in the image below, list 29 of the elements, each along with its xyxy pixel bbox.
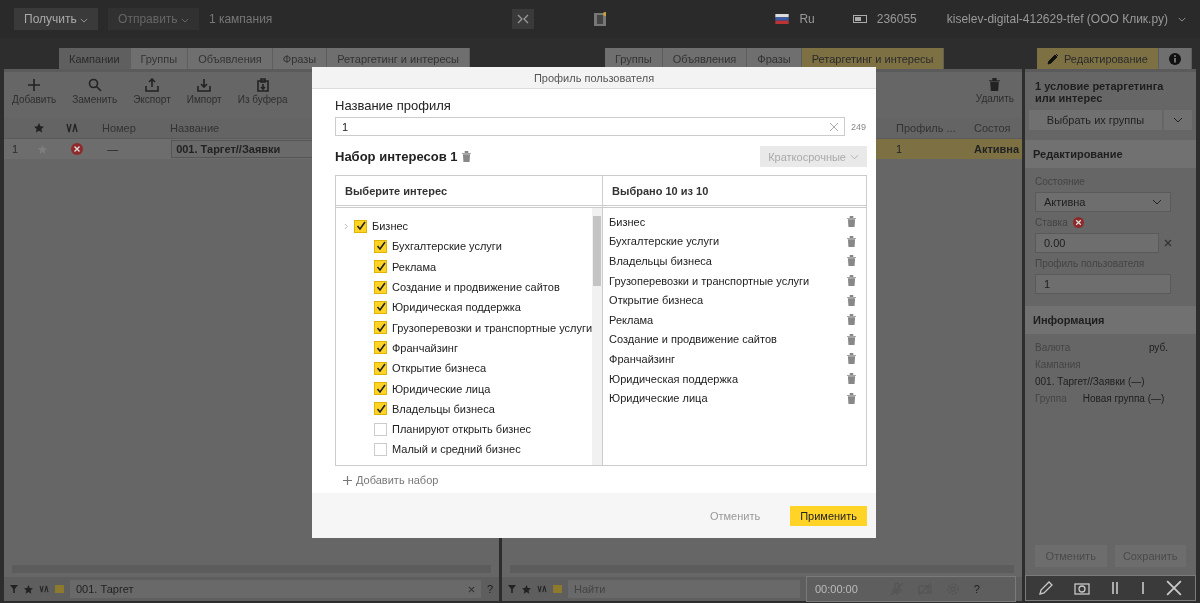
panel-title: 1 условие ретаргетинга или интерес [1034, 79, 1165, 106]
dialog-title: Профиль пользователя [312, 67, 876, 89]
column-header: Выбрано 10 из 10 [603, 176, 866, 208]
field-value: Новая группа (—) [1082, 393, 1165, 404]
selected-interest: Открытие бизнеса [609, 294, 704, 307]
section-header: Редактирование [1025, 140, 1196, 168]
section-header: Информация [1025, 306, 1196, 334]
selected-interest: Грузоперевозки и транспортные услуги [609, 274, 810, 287]
selected-interest: Бизнес [609, 215, 646, 228]
table-cell-text: Активна [973, 143, 1021, 155]
balance: 236055 [876, 12, 917, 26]
table-cell-text: — [106, 143, 120, 155]
timer: 00:00:00 [815, 583, 858, 595]
selected-interest: Юридическая поддержка [609, 372, 738, 385]
selected-interest: Реклама [609, 313, 654, 326]
character-counter: 249 [851, 121, 867, 132]
set-title: Набор интересов 1 [335, 149, 458, 164]
selected-interest: Создание и продвижение сайтов [609, 333, 777, 346]
field-value: 001. Таргет//Заявки (—) [1035, 376, 1146, 387]
row-number: 1 [12, 143, 19, 155]
campaign-count: 1 кампания [208, 12, 273, 26]
selected-interest: Бухгалтерские услуги [609, 235, 720, 248]
column-header: Выберите интерес [336, 176, 603, 208]
field-value: руб. [1148, 342, 1168, 353]
selected-interest: Франчайзинг [609, 352, 676, 365]
field-label: Название профиля [335, 98, 452, 113]
selected-interest: Юридические лица [609, 392, 708, 405]
table-cell-text: 1 [895, 143, 904, 155]
selected-interest: Владельцы бизнеса [609, 255, 712, 267]
